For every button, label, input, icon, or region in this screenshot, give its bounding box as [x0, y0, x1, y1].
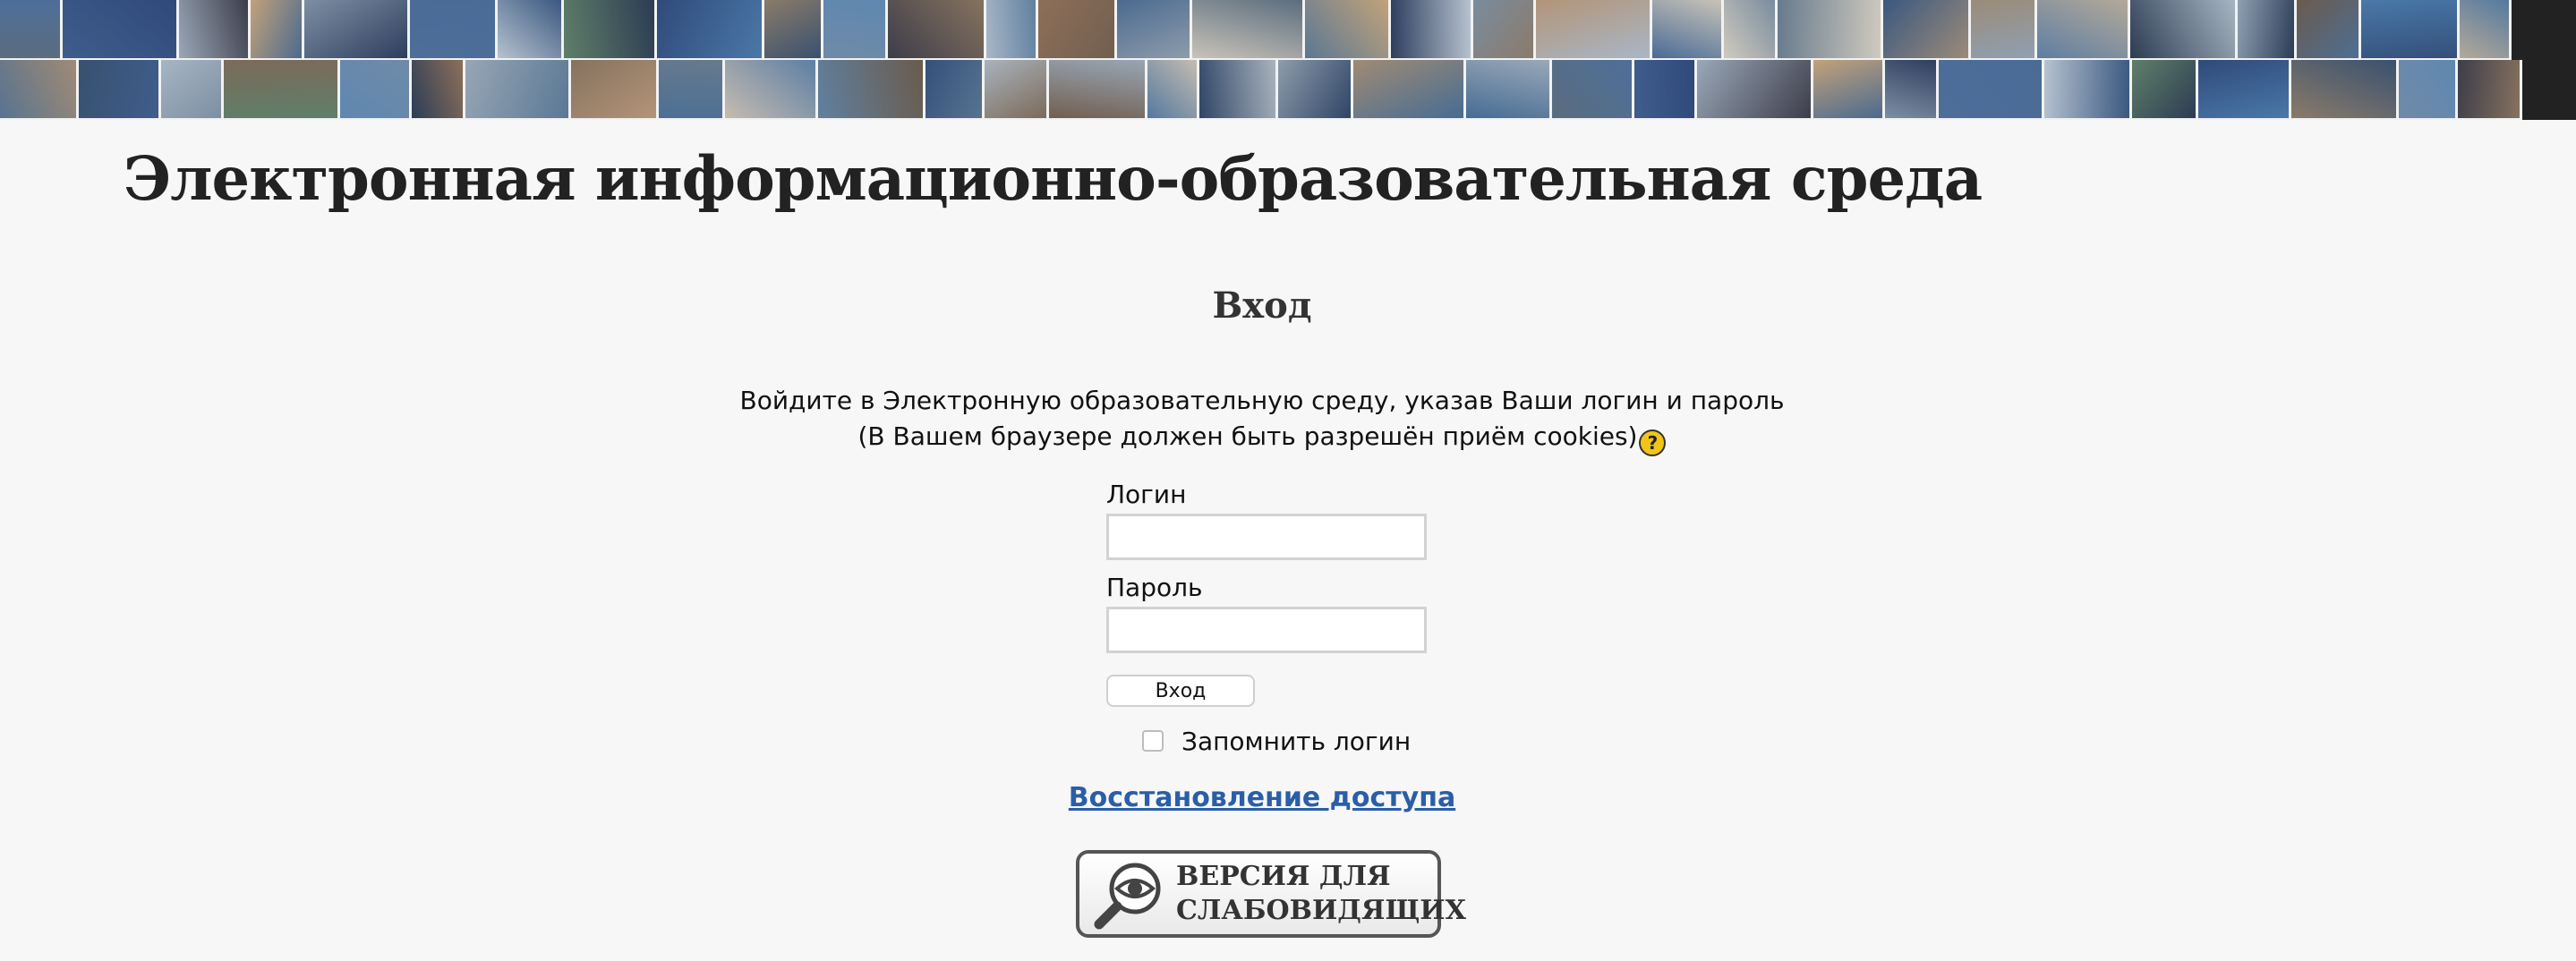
- banner-photo-tile: [2291, 60, 2399, 120]
- banner-photo-tile: [1353, 60, 1466, 120]
- remember-login-label[interactable]: Запомнить логин: [1181, 727, 1411, 756]
- banner-photo-tile: [1971, 0, 2037, 60]
- banner-photo-tile: [2198, 60, 2291, 120]
- banner-photo-tile: [1813, 60, 1885, 120]
- username-field[interactable]: [1106, 514, 1427, 560]
- banner-photo-tile: [764, 0, 823, 60]
- banner-photo-tile: [1147, 60, 1199, 120]
- banner-photo-tile: [925, 60, 985, 120]
- banner-photo-tile: [1697, 60, 1813, 120]
- banner-photo-tile: [1192, 0, 1305, 60]
- banner-photo-tile: [1652, 0, 1724, 60]
- remember-login-row: Запомнить логин: [1142, 723, 1411, 759]
- login-button[interactable]: Вход: [1106, 675, 1255, 707]
- banner-photo-tile: [2037, 0, 2130, 60]
- banner-photo-tile: [2361, 0, 2460, 60]
- banner-photo-tile: [410, 0, 498, 60]
- banner-photo-tile: [1278, 60, 1353, 120]
- banner-photo-tile: [498, 0, 564, 60]
- banner-photo-tile: [2458, 60, 2522, 120]
- banner-photo-tile: [251, 0, 304, 60]
- login-intro-line2-wrap: (В Вашем браузере должен быть разрешён п…: [0, 419, 2524, 456]
- login-intro-line1: Войдите в Электронную образовательную ср…: [739, 386, 1785, 415]
- banner-photo-tile: [823, 0, 888, 60]
- banner-photo-tile: [224, 60, 340, 120]
- low-vision-version-button[interactable]: ВЕРСИЯ ДЛЯ СЛАБОВИДЯЩИХ: [1076, 850, 1466, 938]
- banner-photo-tile: [63, 0, 179, 60]
- banner-photo-tile: [2044, 60, 2132, 120]
- header-photo-banner: [0, 0, 2576, 120]
- banner-photo-tile: [304, 0, 410, 60]
- password-label: Пароль: [1106, 573, 1203, 602]
- remember-login-checkbox[interactable]: [1142, 730, 1164, 752]
- banner-photo-tile: [1199, 60, 1278, 120]
- banner-photo-tile: [657, 0, 764, 60]
- banner-photo-tile: [818, 60, 925, 120]
- banner-photo-tile: [340, 60, 412, 120]
- banner-photo-tile: [888, 0, 986, 60]
- low-vision-label-line1: ВЕРСИЯ ДЛЯ: [1176, 861, 1391, 892]
- low-vision-label: ВЕРСИЯ ДЛЯ СЛАБОВИДЯЩИХ: [1176, 860, 1466, 928]
- site-title: Электронная информационно-образовательна…: [124, 143, 1983, 214]
- banner-photo-tile: [2399, 60, 2458, 120]
- banner-photo-tile: [1473, 0, 1536, 60]
- banner-photo-tile: [725, 60, 818, 120]
- banner-photo-tile: [1939, 60, 2044, 120]
- restore-access-row: Восстановление доступа: [0, 782, 2524, 813]
- banner-photo-tile: [1049, 60, 1147, 120]
- banner-photo-tile: [2238, 0, 2297, 60]
- banner-photo-tile: [1885, 60, 1939, 120]
- banner-photo-tile: [1634, 60, 1697, 120]
- banner-photo-tile: [161, 60, 224, 120]
- banner-photo-tile: [2297, 0, 2361, 60]
- password-field[interactable]: [1106, 607, 1427, 653]
- banner-photo-tile: [179, 0, 251, 60]
- banner-photo-tile: [1778, 0, 1883, 60]
- banner-photo-tile: [571, 60, 659, 120]
- banner-photo-tile: [564, 0, 657, 60]
- banner-photo-tile: [79, 60, 161, 120]
- banner-photo-tile: [1305, 0, 1391, 60]
- low-vision-label-line2: СЛАБОВИДЯЩИХ: [1176, 895, 1466, 926]
- banner-photo-tile: [1536, 0, 1652, 60]
- login-intro: Войдите в Электронную образовательную ср…: [0, 383, 2524, 456]
- login-intro-line2: (В Вашем браузере должен быть разрешён п…: [857, 421, 1638, 451]
- banner-photo-tile: [2130, 0, 2238, 60]
- banner-photo-tile: [1117, 0, 1192, 60]
- banner-photo-tile: [1466, 60, 1552, 120]
- username-label: Логин: [1106, 480, 1187, 509]
- magnifier-eye-icon: [1092, 856, 1167, 931]
- banner-photo-tile: [986, 0, 1038, 60]
- banner-photo-tile: [2132, 60, 2198, 120]
- banner-photo-tile: [2460, 0, 2512, 60]
- banner-photo-tile: [412, 60, 465, 120]
- banner-photo-tile: [1038, 0, 1117, 60]
- banner-photo-tile: [659, 60, 725, 120]
- banner-photo-tile: [0, 60, 79, 120]
- banner-photo-tile: [1883, 0, 1971, 60]
- banner-photo-tile: [1724, 0, 1778, 60]
- login-heading: Вход: [1212, 285, 1312, 327]
- help-icon[interactable]: ?: [1639, 429, 1667, 456]
- restore-access-link[interactable]: Восстановление доступа: [1069, 782, 1455, 813]
- banner-photo-tile: [1391, 0, 1473, 60]
- banner-photo-tile: [0, 0, 63, 60]
- banner-photo-tile: [1552, 60, 1634, 120]
- banner-photo-tile: [985, 60, 1049, 120]
- banner-photo-tile: [465, 60, 571, 120]
